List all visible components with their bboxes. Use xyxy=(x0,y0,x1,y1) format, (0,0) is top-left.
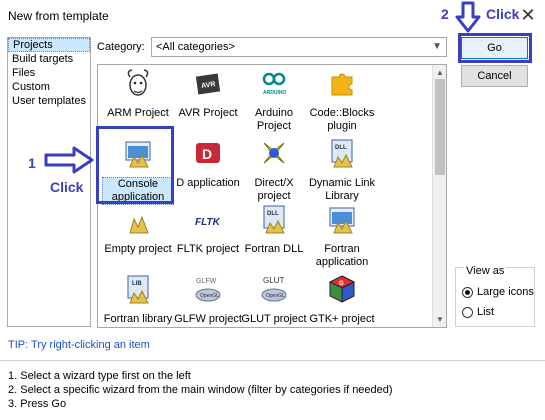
template-fltk-project[interactable]: FLTK FLTK project xyxy=(172,203,244,256)
annotation-step1-number: 1 xyxy=(28,155,36,171)
template-fortran-library[interactable]: LIB Fortran library xyxy=(102,273,174,326)
template-label: Fortran DLL xyxy=(244,243,304,255)
glut-icon: GLUT OpenGL xyxy=(261,276,287,302)
template-codeblocks-plugin[interactable]: Code::Blocks plugin xyxy=(306,67,378,133)
template-label: Code::Blocks plugin xyxy=(309,107,375,132)
radio-large-icons[interactable]: Large icons xyxy=(462,286,534,298)
cancel-button[interactable]: Cancel xyxy=(461,65,528,87)
scroll-up-icon[interactable]: ▲ xyxy=(436,68,444,77)
template-label: Fortran library xyxy=(103,313,173,325)
svg-text:OpenGL: OpenGL xyxy=(266,293,285,299)
annotation-highlight-go xyxy=(458,33,532,63)
instruction-step: 3. Press Go xyxy=(8,398,67,410)
radio-list[interactable]: List xyxy=(462,306,494,318)
instruction-step: 2. Select a specific wizard from the mai… xyxy=(8,384,393,396)
fortran-app-icon xyxy=(329,207,355,234)
scroll-down-icon[interactable]: ▼ xyxy=(436,315,444,324)
fortran-lib-icon: LIB xyxy=(127,275,149,304)
template-fortran-dll[interactable]: DLL Fortran DLL xyxy=(238,203,310,256)
svg-text:DLL: DLL xyxy=(335,145,347,151)
template-d-application[interactable]: D D application xyxy=(172,137,244,190)
template-label: Dynamic Link Library xyxy=(308,177,376,202)
template-glut-project[interactable]: GLUT OpenGL GLUT project xyxy=(238,273,310,326)
annotation-step2-text: Click xyxy=(486,6,520,22)
template-fortran-application[interactable]: Fortran application xyxy=(306,203,378,269)
radio-label: List xyxy=(477,306,495,318)
category-label: Category: xyxy=(97,41,145,53)
annotation-step1-text: Click xyxy=(50,179,84,195)
radio-unselected-icon xyxy=(462,306,473,318)
view-as-title: View as xyxy=(464,265,507,277)
close-icon[interactable]: ✕ xyxy=(517,4,539,26)
puzzle-plugin-icon xyxy=(331,73,353,96)
template-arduino-project[interactable]: ARDUINO Arduino Project xyxy=(238,67,310,133)
scrollbar-thumb[interactable] xyxy=(435,79,445,175)
instructions: 1. Select a wizard type first on the lef… xyxy=(8,369,393,411)
list-item-user-templates[interactable]: User templates xyxy=(8,94,90,108)
gtk-icon: G xyxy=(328,275,356,303)
template-gtk-project[interactable]: G GTK+ project xyxy=(306,273,378,326)
svg-text:D: D xyxy=(202,146,212,162)
tip-text: TIP: Try right-clicking an item xyxy=(8,339,150,351)
annotation-step2-number: 2 xyxy=(441,6,449,22)
template-label: AVR Project xyxy=(178,107,238,119)
gnu-icon xyxy=(127,69,149,96)
template-label: GTK+ project xyxy=(309,313,375,325)
dll-icon: DLL xyxy=(331,139,353,168)
svg-text:ARDUINO: ARDUINO xyxy=(263,90,286,96)
template-label: Arduino Project xyxy=(255,107,293,132)
instruction-step: 1. Select a wizard type first on the lef… xyxy=(8,370,191,382)
chevron-down-icon: ▼ xyxy=(432,41,442,52)
svg-text:OpenGL: OpenGL xyxy=(200,293,219,299)
divider xyxy=(0,360,545,361)
template-glfw-project[interactable]: GLFW OpenGL GLFW project xyxy=(172,273,244,326)
template-label: Direct/X project xyxy=(254,177,294,202)
window-title: New from template xyxy=(8,9,109,23)
svg-text:DLL: DLL xyxy=(267,211,279,217)
svg-text:FLTK: FLTK xyxy=(195,217,221,228)
d-lang-icon: D xyxy=(196,143,220,163)
fortran-dll-icon: DLL xyxy=(263,205,285,234)
empty-project-icon xyxy=(129,215,149,234)
template-label: D application xyxy=(176,177,240,189)
template-avr-project[interactable]: AVR AVR Project xyxy=(172,67,244,120)
template-empty-project[interactable]: Empty project xyxy=(102,203,174,256)
radio-label: Large icons xyxy=(477,286,534,298)
template-label: GLFW project xyxy=(174,313,242,325)
vertical-scrollbar[interactable]: ▲ ▼ xyxy=(432,65,446,327)
annotation-highlight-console xyxy=(96,126,174,204)
avr-chip-icon: AVR xyxy=(195,73,221,95)
annotation-arrow-down-icon xyxy=(455,1,481,33)
list-item-files[interactable]: Files xyxy=(8,66,90,80)
svg-text:G: G xyxy=(339,281,344,287)
template-arm-project[interactable]: ARM Project xyxy=(102,67,174,120)
template-label: Fortran application xyxy=(315,243,369,268)
category-select-value: <All categories> xyxy=(156,41,235,53)
template-dynamic-link-library[interactable]: DLL Dynamic Link Library xyxy=(306,137,378,203)
glfw-icon: GLFW OpenGL xyxy=(195,278,221,302)
category-select[interactable]: <All categories> ▼ xyxy=(151,37,447,57)
template-label: GLUT project xyxy=(241,313,307,325)
template-directx-project[interactable]: Direct/X project xyxy=(238,137,310,203)
annotation-arrow-right-icon xyxy=(44,146,94,174)
fltk-icon: FLTK xyxy=(195,217,221,228)
arduino-icon: ARDUINO xyxy=(262,72,286,96)
template-label: ARM Project xyxy=(107,107,169,119)
svg-text:GLFW: GLFW xyxy=(196,278,217,285)
directx-icon xyxy=(263,142,285,164)
template-label: Empty project xyxy=(104,243,172,255)
svg-text:LIB: LIB xyxy=(132,281,142,287)
list-item-custom[interactable]: Custom xyxy=(8,80,90,94)
list-item-projects[interactable]: Projects xyxy=(8,38,90,52)
template-label: FLTK project xyxy=(176,243,240,255)
svg-text:GLUT: GLUT xyxy=(263,276,284,285)
radio-selected-icon xyxy=(462,286,473,298)
list-item-build-targets[interactable]: Build targets xyxy=(8,52,90,66)
